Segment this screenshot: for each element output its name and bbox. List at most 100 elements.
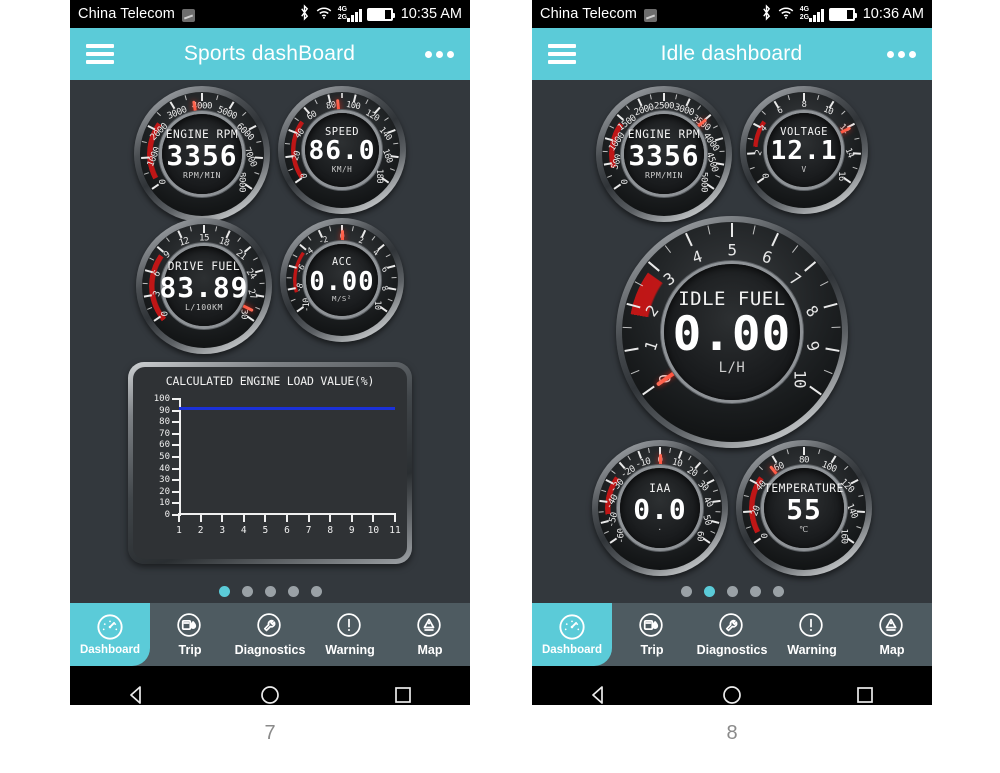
fuel-pump-icon xyxy=(176,612,204,640)
y-axis-tick-label: 30 xyxy=(159,475,170,486)
dashboard-canvas: 0500100015002000250030003500400045005000… xyxy=(532,80,932,603)
y-axis-tick-label: 90 xyxy=(159,405,170,416)
data-series-line xyxy=(179,406,395,410)
gauge-unit: M/S² xyxy=(332,294,352,304)
home-icon[interactable] xyxy=(720,683,744,706)
gauge-voltage[interactable]: 0246810121416VOLTAGE12.1V xyxy=(740,86,868,214)
page-dot[interactable] xyxy=(287,586,299,597)
y-axis-tick-label: 50 xyxy=(159,452,170,462)
gauge-acceleration[interactable]: -10-8-6-4-20246810ACC0.00M/S² xyxy=(280,218,404,342)
hamburger-menu-icon[interactable] xyxy=(86,40,114,68)
gauge-value: 3356 xyxy=(628,138,700,172)
nav-item-dashboard[interactable]: Dashboard xyxy=(70,603,150,666)
page-dot[interactable] xyxy=(241,586,253,597)
chart-plot-area: 0 10 20 30 40 50 60 70 80 90 100 1 2 3 4 5 6 7 8 9 10 11 xyxy=(154,394,401,536)
gauge-temperature[interactable]: 0 20 40 60 80 100 120 140 160 TEMPERATURE 55 ℃ xyxy=(736,440,872,576)
x-axis-tick-label: 11 xyxy=(389,525,401,536)
page-dot[interactable] xyxy=(264,586,276,597)
carrier-label: China Telecom xyxy=(78,6,175,22)
gauge-unit: RPM/MIN xyxy=(644,170,683,181)
nav-item-label: Diagnostics xyxy=(234,643,306,657)
y-axis-tick-label: 40 xyxy=(159,463,170,474)
x-axis-tick-label: 2 xyxy=(197,525,204,536)
gauge-row-bottom: 0 3 6 9 12 15 18 21 24 27 30 DRIVE FUEL 83.89 L/100KM… xyxy=(70,218,470,354)
wrench-icon xyxy=(256,612,284,640)
gauge-row-bottom: -60-50-40-30-20-100102030405060IAA0.0·02… xyxy=(532,440,932,576)
battery-icon xyxy=(828,7,857,21)
back-icon[interactable] xyxy=(125,683,149,706)
nav-item-trip[interactable]: Trip xyxy=(612,603,692,666)
gauge-speed[interactable]: 0 20 40 60 80 100 120 140 160 180 SPEED 86.0 KM/H xyxy=(278,86,406,214)
page-indicator-dots xyxy=(532,586,932,597)
gauge-value: 12.1 xyxy=(770,135,838,166)
bluetooth-icon xyxy=(299,3,310,25)
bottom-navigation: Dashboard Trip Diagnostics Warning Map xyxy=(70,603,470,666)
nav-item-map[interactable]: Map xyxy=(852,603,932,666)
home-icon[interactable] xyxy=(258,683,282,706)
nav-item-warning[interactable]: Warning xyxy=(310,603,390,666)
page-title: Sports dashBoard xyxy=(183,42,356,65)
page-dot[interactable] xyxy=(703,586,715,597)
overflow-menu-icon[interactable] xyxy=(887,50,916,58)
page-dot[interactable] xyxy=(749,586,761,597)
gauge-value: 0.00 xyxy=(309,265,375,296)
y-axis-tick-label: 80 xyxy=(159,417,170,428)
figure-caption-right: 8 xyxy=(726,722,738,744)
page-dot[interactable] xyxy=(218,586,230,597)
page-dot[interactable] xyxy=(680,586,692,597)
carrier-label: China Telecom xyxy=(540,6,637,22)
status-bar: China Telecom 4G 2G 10:35 AM xyxy=(70,0,470,28)
sim-badge-icon xyxy=(643,8,657,22)
signal-4g-icon: 4G 2G xyxy=(800,6,824,22)
exclamation-icon xyxy=(336,612,364,640)
android-system-nav xyxy=(70,666,470,705)
gauge-drive-fuel[interactable]: 0 3 6 9 12 15 18 21 24 27 30 DRIVE FUEL 83.89 L/100KM xyxy=(136,218,272,354)
gauge-iat[interactable]: -60-50-40-30-20-100102030405060IAA0.0· xyxy=(592,440,728,576)
nav-item-map[interactable]: Map xyxy=(390,603,470,666)
gauge-idle-fuel[interactable]: 012345678910IDLE FUEL0.00L/H xyxy=(616,216,848,448)
gauge-value: 83.89 xyxy=(159,270,249,304)
recents-icon[interactable] xyxy=(391,683,415,706)
x-axis-tick-label: 5 xyxy=(262,525,269,536)
x-axis-tick-label: 1 xyxy=(176,525,182,536)
gauge-value: 3356 xyxy=(166,138,238,172)
gauge-unit: ℃ xyxy=(799,524,809,535)
gauge-unit: RPM/MIN xyxy=(182,170,221,181)
x-axis-tick-label: 4 xyxy=(240,525,247,536)
map-pin-icon xyxy=(416,612,444,640)
x-axis-tick-label: 9 xyxy=(348,525,355,536)
page-indicator-dots xyxy=(70,586,470,597)
gauge-engine-rpm[interactable]: 0500100015002000250030003500400045005000… xyxy=(596,86,732,222)
gauge-unit: L/100KM xyxy=(184,302,223,313)
engine-load-chart-panel[interactable]: CALCULATED ENGINE LOAD VALUE(%) 0 10 20 30 40… xyxy=(128,362,412,564)
x-axis-tick-label: 3 xyxy=(219,525,226,536)
nav-item-label: Trip xyxy=(640,643,664,657)
gauge-unit: V xyxy=(801,165,807,175)
overflow-menu-icon[interactable] xyxy=(425,50,454,58)
page-dot[interactable] xyxy=(772,586,784,597)
recents-icon[interactable] xyxy=(853,683,877,706)
nav-item-diagnostics[interactable]: Diagnostics xyxy=(230,603,310,666)
page-dot[interactable] xyxy=(726,586,738,597)
y-axis-tick-label: 0 xyxy=(164,510,170,520)
back-icon[interactable] xyxy=(587,683,611,706)
nav-item-dashboard[interactable]: Dashboard xyxy=(532,603,612,666)
hamburger-menu-icon[interactable] xyxy=(548,40,576,68)
nav-item-trip[interactable]: Trip xyxy=(150,603,230,666)
gauge-engine-rpm[interactable]: 0 1000 2000 3000 4000 5000 6000 7000 8000 ENGINE … xyxy=(134,86,270,222)
nav-item-warning[interactable]: Warning xyxy=(772,603,852,666)
nav-item-diagnostics[interactable]: Diagnostics xyxy=(692,603,772,666)
exclamation-icon xyxy=(798,612,826,640)
wifi-icon xyxy=(315,5,333,24)
gauge-unit: · xyxy=(657,524,663,535)
status-time: 10:35 AM xyxy=(400,6,462,22)
bottom-navigation: Dashboard Trip Diagnostics Warning Map xyxy=(532,603,932,666)
speedometer-icon xyxy=(558,613,586,641)
gauge-value: 0.0 xyxy=(633,492,687,526)
nav-item-label: Diagnostics xyxy=(696,643,768,657)
gauge-unit: L/H xyxy=(718,359,746,376)
page-dot[interactable] xyxy=(310,586,322,597)
nav-item-label: Warning xyxy=(325,643,375,657)
phone-screenshot-sports: China Telecom 4G 2G 10:35 AM Sports dashBoar… xyxy=(70,0,470,705)
nav-item-label: Map xyxy=(417,643,443,657)
